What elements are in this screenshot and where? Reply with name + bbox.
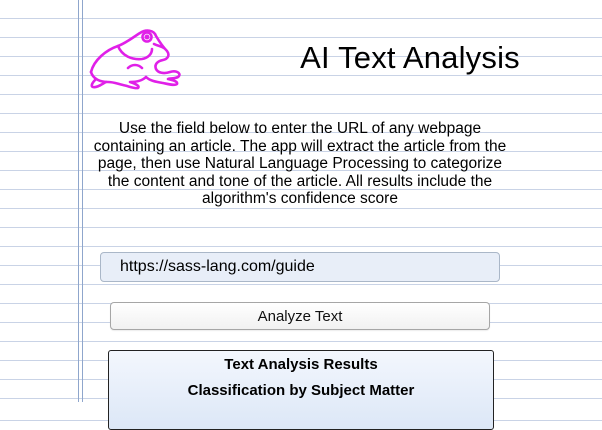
page-title: AI Text Analysis	[300, 40, 520, 75]
results-title: Text Analysis Results	[224, 356, 378, 373]
results-panel: Text Analysis Results Classification by …	[108, 350, 494, 430]
notebook-margin-line	[78, 0, 79, 402]
notebook-margin-line	[82, 0, 83, 402]
frog-icon	[89, 29, 181, 90]
results-subtitle: Classification by Subject Matter	[187, 382, 415, 399]
analyze-text-button[interactable]: Analyze Text	[110, 302, 490, 330]
url-input[interactable]	[100, 252, 500, 282]
intro-description: Use the field below to enter the URL of …	[93, 120, 507, 207]
